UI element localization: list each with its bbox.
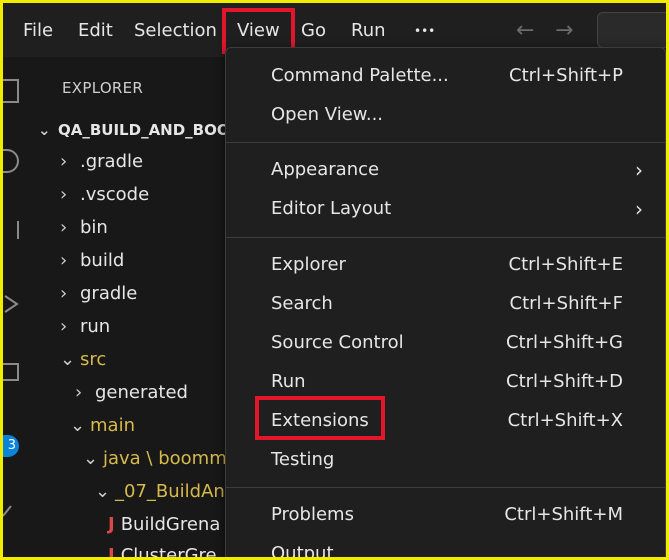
- notification-badge: 3: [3, 435, 19, 457]
- menu-item-label: Testing: [271, 449, 335, 470]
- tree-item-label: java \ boomm: [103, 448, 227, 469]
- menu-file[interactable]: File: [23, 17, 53, 45]
- chevron-right-icon: ›: [60, 184, 68, 205]
- chevron-right-icon: ›: [75, 382, 83, 403]
- tree-item-label: _07_BuildAn: [115, 481, 225, 502]
- vscode-window: File Edit Selection View Go Run ••• ← → …: [3, 3, 666, 557]
- menu-run[interactable]: Run: [351, 17, 386, 45]
- menu-editor-layout[interactable]: Editor Layout ›: [226, 192, 665, 226]
- tree-item-src[interactable]: ⌄ src: [60, 345, 106, 375]
- tree-item-label: .gradle: [80, 151, 144, 172]
- menu-selection[interactable]: Selection: [134, 17, 217, 45]
- tree-item-run[interactable]: › run: [60, 312, 110, 342]
- tree-item-07-build[interactable]: ⌄ _07_BuildAn: [95, 477, 225, 507]
- java-file-icon: J: [108, 514, 115, 535]
- run-debug-icon[interactable]: [3, 293, 19, 315]
- tree-item-cluster-grenade[interactable]: J ClusterGre: [108, 541, 217, 557]
- more-menu-icon[interactable]: •••: [414, 17, 435, 45]
- menu-item-label: Problems: [271, 504, 354, 525]
- menu-separator: [226, 237, 665, 238]
- tree-root[interactable]: ⌄ QA_BUILD_AND_BOO: [38, 115, 230, 145]
- testing-icon[interactable]: [3, 503, 19, 517]
- menu-explorer[interactable]: Explorer Ctrl+Shift+E: [226, 248, 665, 282]
- menu-item-label: Open View...: [271, 104, 384, 125]
- menu-appearance[interactable]: Appearance ›: [226, 153, 665, 187]
- menu-command-palette[interactable]: Command Palette... Ctrl+Shift+P: [226, 59, 665, 93]
- menu-item-shortcut: Ctrl+Shift+E: [508, 254, 623, 275]
- chevron-down-icon: ⌄: [38, 121, 51, 139]
- chevron-right-icon: ›: [60, 316, 68, 337]
- chevron-right-icon: ›: [635, 197, 643, 221]
- tree-item-gradle[interactable]: › gradle: [60, 279, 137, 309]
- tree-item-label: main: [90, 415, 135, 436]
- tree-item-label: ClusterGre: [120, 545, 217, 557]
- menu-output[interactable]: Output: [226, 537, 665, 557]
- tree-item-generated[interactable]: › generated: [75, 378, 188, 408]
- back-arrow-icon[interactable]: ←: [516, 17, 534, 45]
- chevron-down-icon: ⌄: [70, 415, 86, 436]
- chevron-right-icon: ›: [60, 217, 68, 238]
- tree-root-label: QA_BUILD_AND_BOO: [58, 121, 230, 139]
- chevron-down-icon: ⌄: [83, 448, 99, 469]
- java-file-icon: J: [108, 545, 115, 557]
- menu-source-control[interactable]: Source Control Ctrl+Shift+G: [226, 326, 665, 360]
- tree-item-main[interactable]: ⌄ main: [70, 411, 135, 441]
- tree-item-label: .vscode: [80, 184, 150, 205]
- menu-item-label: Run: [271, 371, 306, 392]
- view-menu-dropdown: Command Palette... Ctrl+Shift+P Open Vie…: [225, 47, 666, 557]
- files-icon[interactable]: [3, 79, 19, 103]
- extensions-highlight-box: [255, 396, 385, 440]
- tree-item-gradle-cache[interactable]: › .gradle: [60, 147, 143, 177]
- activity-bar: 3: [3, 57, 33, 557]
- menu-go[interactable]: Go: [301, 17, 326, 45]
- menu-item-shortcut: Ctrl+Shift+X: [507, 410, 623, 431]
- menu-testing[interactable]: Testing: [226, 443, 665, 477]
- chevron-right-icon: ›: [60, 283, 68, 304]
- menu-item-shortcut: Ctrl+Shift+M: [504, 504, 623, 525]
- extensions-icon[interactable]: [3, 363, 19, 381]
- search-icon[interactable]: [3, 149, 19, 173]
- chevron-right-icon: ›: [635, 158, 643, 182]
- menu-item-label: Appearance: [271, 159, 380, 180]
- menu-item-label: Search: [271, 293, 333, 314]
- command-center-search[interactable]: [597, 12, 666, 48]
- menu-item-label: Explorer: [271, 254, 346, 275]
- menu-separator: [226, 142, 665, 143]
- tree-item-build[interactable]: › build: [60, 246, 124, 276]
- tree-item-label: generated: [95, 382, 188, 403]
- tree-item-label: run: [80, 316, 111, 337]
- forward-arrow-icon[interactable]: →: [555, 17, 573, 45]
- menu-item-shortcut: Ctrl+Shift+G: [505, 332, 623, 353]
- menu-separator: [226, 487, 665, 488]
- chevron-down-icon: ⌄: [60, 349, 76, 370]
- tree-item-label: src: [80, 349, 107, 370]
- explorer-title: EXPLORER: [62, 79, 144, 97]
- chevron-down-icon: ⌄: [95, 481, 111, 502]
- explorer-sidebar: EXPLORER ⌄ QA_BUILD_AND_BOO › .gradle › .vs…: [33, 57, 233, 557]
- tree-item-vscode[interactable]: › .vscode: [60, 180, 149, 210]
- tree-item-label: bin: [80, 217, 108, 238]
- menu-item-shortcut: Ctrl+Shift+D: [506, 371, 623, 392]
- menu-run[interactable]: Run Ctrl+Shift+D: [226, 365, 665, 399]
- menu-open-view[interactable]: Open View...: [226, 98, 665, 132]
- tree-item-label: gradle: [80, 283, 138, 304]
- tree-item-label: BuildGrena: [120, 514, 221, 535]
- menu-item-label: Output: [271, 543, 334, 557]
- menu-search[interactable]: Search Ctrl+Shift+F: [226, 287, 665, 321]
- menu-item-label: Command Palette...: [271, 65, 449, 86]
- menu-item-label: Editor Layout: [271, 198, 392, 219]
- menu-problems[interactable]: Problems Ctrl+Shift+M: [226, 498, 665, 532]
- tree-item-build-grenade[interactable]: J BuildGrena: [108, 510, 220, 540]
- tree-item-bin[interactable]: › bin: [60, 213, 108, 243]
- menu-edit[interactable]: Edit: [78, 17, 113, 45]
- menu-item-shortcut: Ctrl+Shift+F: [509, 293, 623, 314]
- tree-item-label: build: [80, 250, 125, 271]
- source-control-icon[interactable]: [3, 221, 19, 239]
- menu-item-shortcut: Ctrl+Shift+P: [509, 65, 623, 86]
- tree-item-java[interactable]: ⌄ java \ boomm: [83, 444, 227, 474]
- menu-item-label: Source Control: [271, 332, 404, 353]
- chevron-right-icon: ›: [60, 151, 68, 172]
- chevron-right-icon: ›: [60, 250, 68, 271]
